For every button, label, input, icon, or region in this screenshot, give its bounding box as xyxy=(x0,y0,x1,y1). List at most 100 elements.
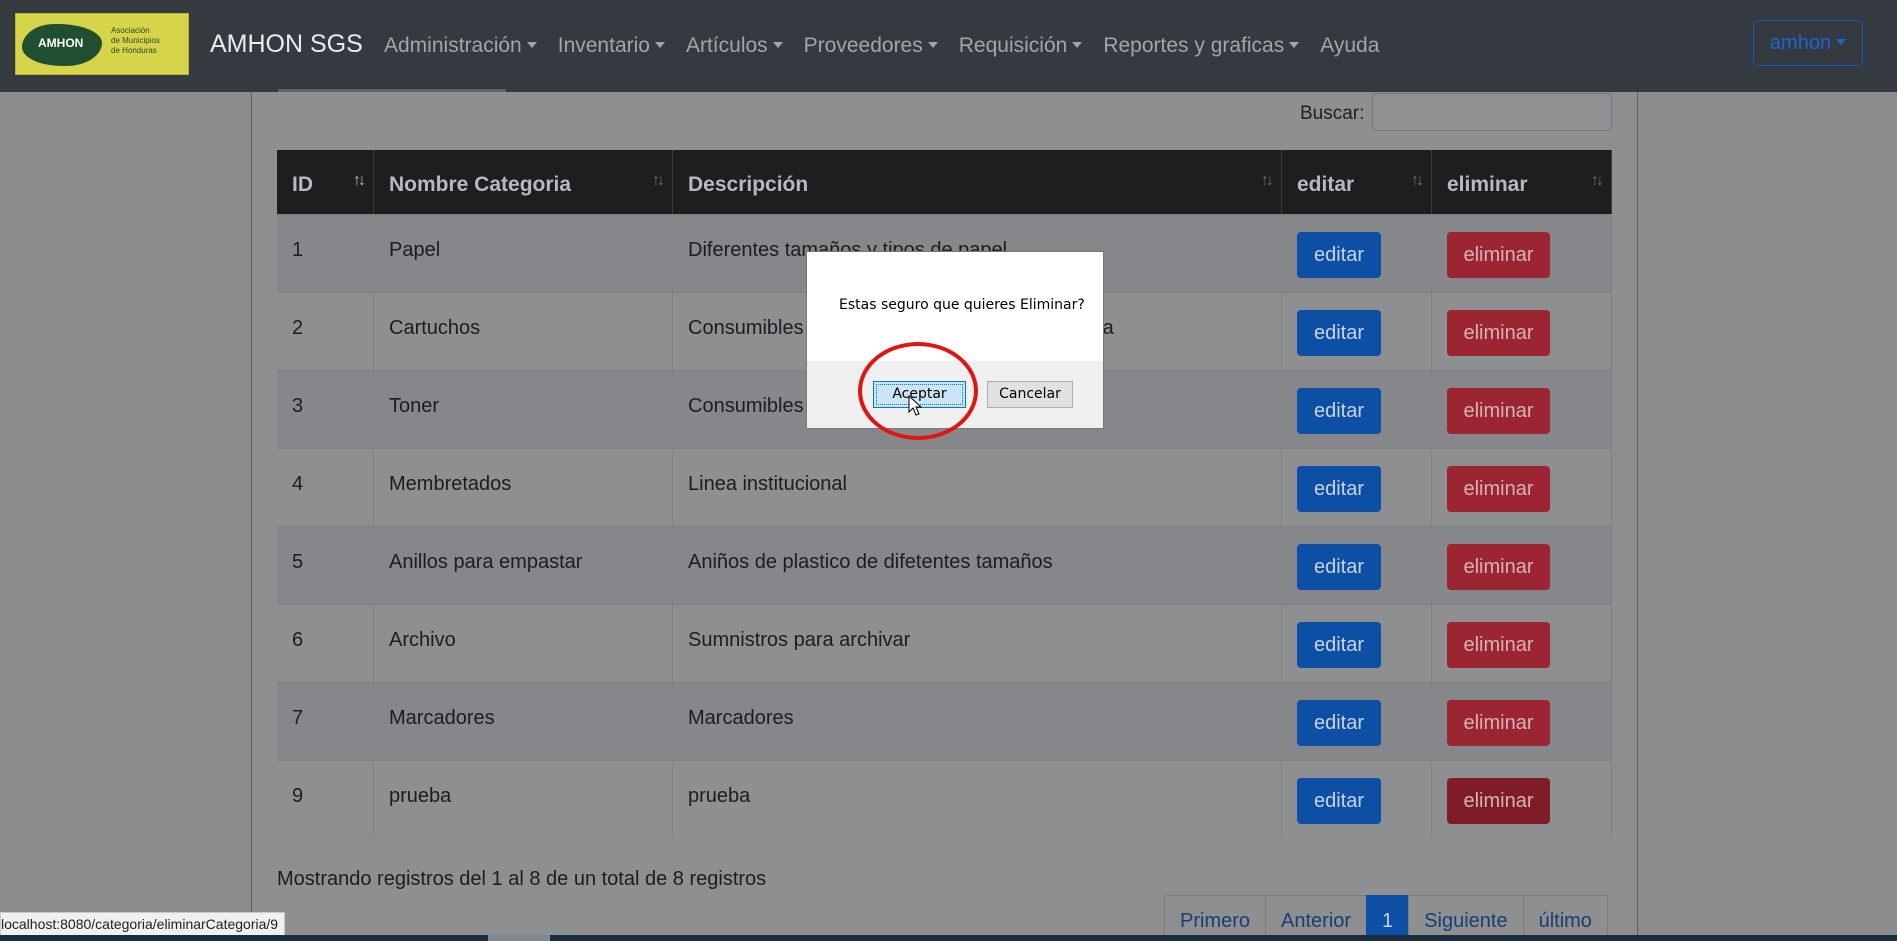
nav-ayuda[interactable]: Ayuda xyxy=(1320,34,1379,58)
logo-tagline-line: de Municipios xyxy=(111,36,160,45)
amhon-logo[interactable]: AMHON Asociación de Municipios de Hondur… xyxy=(15,13,189,75)
nav-label: Administración xyxy=(384,34,522,57)
nav-label: Artículos xyxy=(685,34,768,57)
logo-tagline-line: de Honduras xyxy=(111,46,157,55)
table-row: 5 Anillos para empastar Aniños de plastico… xyxy=(277,526,1612,604)
cell-delete: eliminar xyxy=(1432,449,1612,526)
nav-label: Requisición xyxy=(958,34,1068,57)
cell-edit: editar xyxy=(1282,683,1432,760)
cell-edit: editar xyxy=(1282,605,1432,682)
search-input[interactable] xyxy=(1372,93,1612,131)
cell-name: Cartuchos xyxy=(374,293,673,370)
edit-button[interactable]: editar xyxy=(1297,466,1381,512)
delete-button[interactable]: eliminar xyxy=(1447,700,1550,746)
nav-administracion[interactable]: Administración xyxy=(384,34,537,58)
edit-button[interactable]: editar xyxy=(1297,388,1381,434)
delete-button[interactable]: eliminar xyxy=(1447,232,1550,278)
header-label: ID xyxy=(292,173,313,196)
edit-button[interactable]: editar xyxy=(1297,544,1381,590)
sort-icon: ↑↓ xyxy=(1411,172,1424,189)
nav-label: Inventario xyxy=(557,34,650,57)
cell-name: Toner xyxy=(374,371,673,448)
nav-label: Reportes y graficas xyxy=(1103,34,1285,57)
col-header-description[interactable]: Descripción ↑↓ xyxy=(673,150,1282,214)
user-name: amhon xyxy=(1769,32,1832,54)
table-row: 7 Marcadores Marcadores editar eliminar xyxy=(277,682,1612,760)
cell-description: prueba xyxy=(673,761,1282,838)
cell-name: Archivo xyxy=(374,605,673,682)
caret-down-icon xyxy=(526,42,537,48)
taskbar-segment xyxy=(488,935,550,941)
header-label: Nombre Categoria xyxy=(389,173,572,196)
brand-title[interactable]: AMHON SGS xyxy=(210,30,363,59)
user-menu-button[interactable]: amhon xyxy=(1753,20,1863,66)
cell-edit: editar xyxy=(1282,293,1432,370)
cell-id: 7 xyxy=(277,683,374,760)
header-label: Descripción xyxy=(688,173,809,196)
cell-description: Linea institucional xyxy=(673,449,1282,526)
edit-button[interactable]: editar xyxy=(1297,310,1381,356)
edit-button[interactable]: editar xyxy=(1297,622,1381,668)
table-header: ID ↑↓ Nombre Categoria ↑↓ Descripción ↑↓ ed… xyxy=(277,150,1612,214)
cell-delete: eliminar xyxy=(1432,215,1612,292)
caret-down-icon xyxy=(1072,42,1083,48)
cell-delete: eliminar xyxy=(1432,683,1612,760)
table-info: Mostrando registros del 1 al 8 de un tot… xyxy=(277,868,767,890)
cell-id: 4 xyxy=(277,449,374,526)
cell-description: Aniños de plastico de difetentes tamaños xyxy=(673,527,1282,604)
col-header-name[interactable]: Nombre Categoria ↑↓ xyxy=(374,150,673,214)
delete-button[interactable]: eliminar xyxy=(1447,466,1550,512)
delete-button[interactable]: eliminar xyxy=(1447,544,1550,590)
mouse-pointer-icon xyxy=(908,395,923,416)
main-nav: Administración Inventario Artículos Prov… xyxy=(384,34,1400,58)
sort-icon: ↑↓ xyxy=(353,172,366,189)
col-header-edit[interactable]: editar ↑↓ xyxy=(1282,150,1432,214)
caret-down-icon xyxy=(1836,39,1847,45)
cancel-button[interactable]: Cancelar xyxy=(987,381,1073,408)
nav-requisicion[interactable]: Requisición xyxy=(959,34,1083,58)
cell-id: 1 xyxy=(277,215,374,292)
edit-button[interactable]: editar xyxy=(1297,232,1381,278)
cell-name: Papel xyxy=(374,215,673,292)
logo-tagline-line: Asociación xyxy=(111,26,150,35)
nav-inventario[interactable]: Inventario xyxy=(558,34,665,58)
cell-name: Marcadores xyxy=(374,683,673,760)
cell-name: Membretados xyxy=(374,449,673,526)
col-header-delete[interactable]: eliminar ↑↓ xyxy=(1432,150,1612,214)
nav-reportes[interactable]: Reportes y graficas xyxy=(1103,34,1300,58)
nav-articulos[interactable]: Artículos xyxy=(686,34,783,58)
table-row: 6 Archivo Sumnistros para archivar editar el… xyxy=(277,604,1612,682)
cell-edit: editar xyxy=(1282,371,1432,448)
cell-id: 2 xyxy=(277,293,374,370)
caret-down-icon xyxy=(654,42,665,48)
caret-down-icon xyxy=(1289,42,1300,48)
header-label: editar xyxy=(1297,173,1355,196)
cell-id: 6 xyxy=(277,605,374,682)
delete-button[interactable]: eliminar xyxy=(1447,778,1550,824)
delete-button[interactable]: eliminar xyxy=(1447,622,1550,668)
cell-edit: editar xyxy=(1282,449,1432,526)
cell-id: 5 xyxy=(277,527,374,604)
sort-icon: ↑↓ xyxy=(1261,172,1274,189)
status-bar-url: localhost:8080/categoria/eliminarCategor… xyxy=(0,912,286,936)
red-highlight-circle xyxy=(858,342,978,440)
delete-button[interactable]: eliminar xyxy=(1447,310,1550,356)
cell-description: Sumnistros para archivar xyxy=(673,605,1282,682)
cell-delete: eliminar xyxy=(1432,527,1612,604)
cell-name: prueba xyxy=(374,761,673,838)
col-header-id[interactable]: ID ↑↓ xyxy=(277,150,374,214)
logo-abbr: AMHON xyxy=(38,36,84,50)
edit-button[interactable]: editar xyxy=(1297,700,1381,746)
table-row: 4 Membretados Linea institucional editar eli… xyxy=(277,448,1612,526)
cell-description: Marcadores xyxy=(673,683,1282,760)
caret-down-icon xyxy=(927,42,938,48)
cell-delete: eliminar xyxy=(1432,605,1612,682)
cell-edit: editar xyxy=(1282,527,1432,604)
nav-proveedores[interactable]: Proveedores xyxy=(804,34,938,58)
cell-id: 9 xyxy=(277,761,374,838)
edit-button[interactable]: editar xyxy=(1297,778,1381,824)
taskbar-edge xyxy=(0,935,1897,941)
cell-delete: eliminar xyxy=(1432,293,1612,370)
delete-button[interactable]: eliminar xyxy=(1447,388,1550,434)
caret-down-icon xyxy=(772,42,783,48)
